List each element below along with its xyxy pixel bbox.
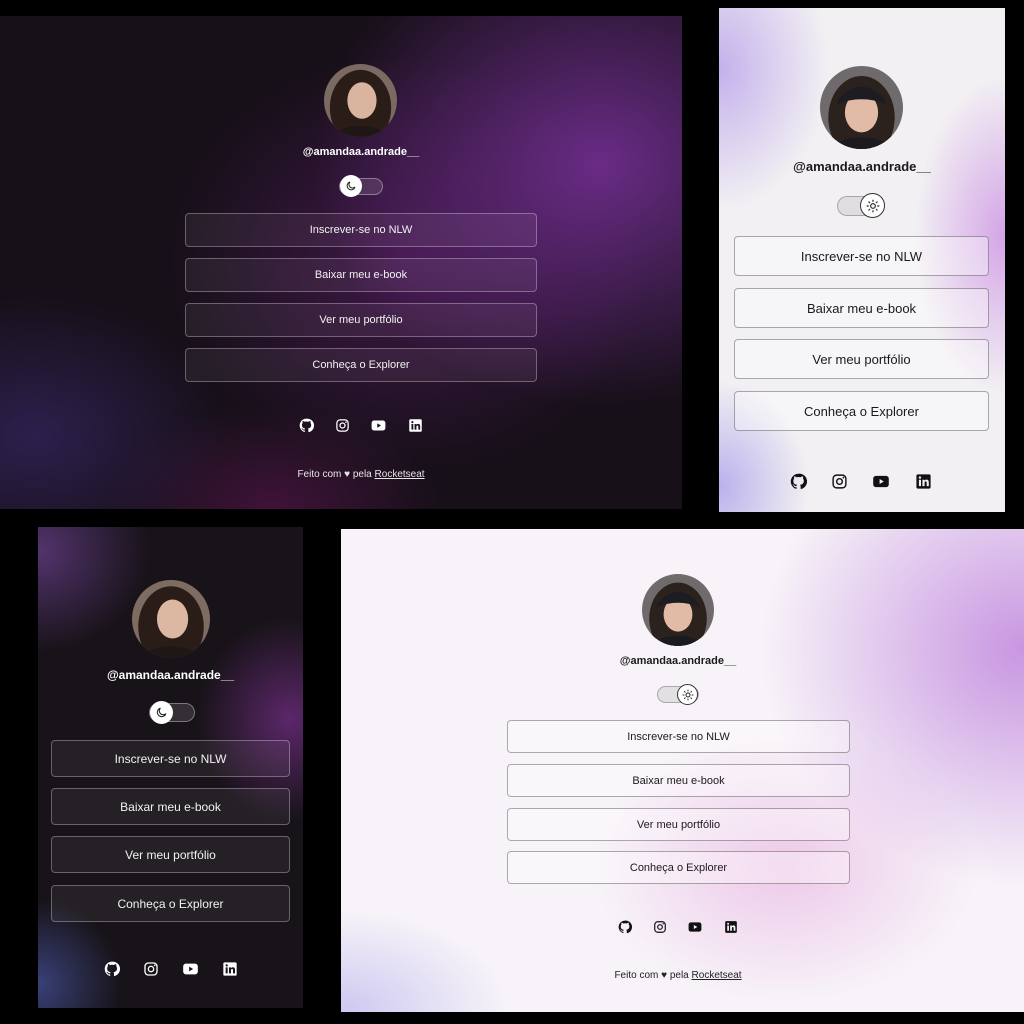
link-button-portfolio[interactable]: Ver meu portfólio xyxy=(185,303,537,337)
avatar xyxy=(324,64,397,137)
linkedin-icon[interactable] xyxy=(408,418,423,433)
instagram-icon[interactable] xyxy=(653,920,667,934)
theme-toggle[interactable] xyxy=(149,701,195,724)
link-button-ebook[interactable]: Baixar meu e-book xyxy=(734,288,989,328)
link-button-nlw[interactable]: Inscrever-se no NLW xyxy=(185,213,537,247)
theme-toggle[interactable] xyxy=(837,193,885,218)
github-icon[interactable] xyxy=(618,920,632,934)
rocketseat-link[interactable]: Rocketseat xyxy=(692,970,742,981)
linkedin-icon[interactable] xyxy=(724,920,738,934)
footer-text: Feito com ♥ pela xyxy=(614,970,689,981)
instagram-icon[interactable] xyxy=(143,961,159,977)
avatar xyxy=(642,574,714,646)
rocketseat-link[interactable]: Rocketseat xyxy=(375,469,425,480)
profile-handle: @amandaa.andrade__ xyxy=(619,655,737,667)
link-button-ebook[interactable]: Baixar meu e-book xyxy=(51,788,290,825)
youtube-icon[interactable] xyxy=(181,961,200,977)
github-icon[interactable] xyxy=(299,418,314,433)
mobile-dark-preview: @amandaa.andrade__ Inscrever-se no NLW B… xyxy=(38,527,303,1008)
link-button-explorer[interactable]: Conheça o Explorer xyxy=(185,348,537,382)
linkedin-icon[interactable] xyxy=(222,961,238,977)
link-button-nlw[interactable]: Inscrever-se no NLW xyxy=(734,236,989,276)
moon-icon xyxy=(150,701,173,724)
avatar xyxy=(132,580,210,658)
moon-icon xyxy=(340,175,362,197)
desktop-dark-preview: @amandaa.andrade__ Inscrever-se no NLW B… xyxy=(0,16,682,509)
link-button-ebook[interactable]: Baixar meu e-book xyxy=(507,764,850,797)
profile-handle: @amandaa.andrade__ xyxy=(793,159,931,174)
link-button-portfolio[interactable]: Ver meu portfólio xyxy=(734,339,989,379)
footer-text: Feito com ♥ pela xyxy=(297,469,372,480)
youtube-icon[interactable] xyxy=(370,418,387,433)
link-button-explorer[interactable]: Conheça o Explorer xyxy=(507,851,850,884)
link-button-portfolio[interactable]: Ver meu portfólio xyxy=(51,836,290,873)
linkedin-icon[interactable] xyxy=(915,473,932,490)
instagram-icon[interactable] xyxy=(831,473,848,490)
theme-toggle[interactable] xyxy=(657,684,699,705)
theme-toggle[interactable] xyxy=(339,175,383,197)
desktop-light-preview: @amandaa.andrade__ Inscrever-se no NLW B… xyxy=(341,529,1024,1012)
link-button-nlw[interactable]: Inscrever-se no NLW xyxy=(51,740,290,777)
youtube-icon[interactable] xyxy=(871,473,891,490)
link-button-explorer[interactable]: Conheça o Explorer xyxy=(51,885,290,922)
sun-icon xyxy=(677,684,698,705)
profile-handle: @amandaa.andrade__ xyxy=(106,668,235,682)
link-button-nlw[interactable]: Inscrever-se no NLW xyxy=(507,720,850,753)
profile-handle: @amandaa.andrade__ xyxy=(302,146,420,158)
github-icon[interactable] xyxy=(790,473,807,490)
github-icon[interactable] xyxy=(104,961,120,977)
link-button-ebook[interactable]: Baixar meu e-book xyxy=(185,258,537,292)
link-button-explorer[interactable]: Conheça o Explorer xyxy=(734,391,989,431)
footer: Feito com ♥ pela Rocketseat xyxy=(558,970,798,981)
instagram-icon[interactable] xyxy=(335,418,350,433)
mobile-light-preview: @amandaa.andrade__ Inscrever-se no NLW B… xyxy=(719,8,1005,512)
link-button-portfolio[interactable]: Ver meu portfólio xyxy=(507,808,850,841)
footer: Feito com ♥ pela Rocketseat xyxy=(241,469,481,480)
sun-icon xyxy=(860,193,885,218)
youtube-icon[interactable] xyxy=(687,920,703,934)
avatar xyxy=(820,66,903,149)
